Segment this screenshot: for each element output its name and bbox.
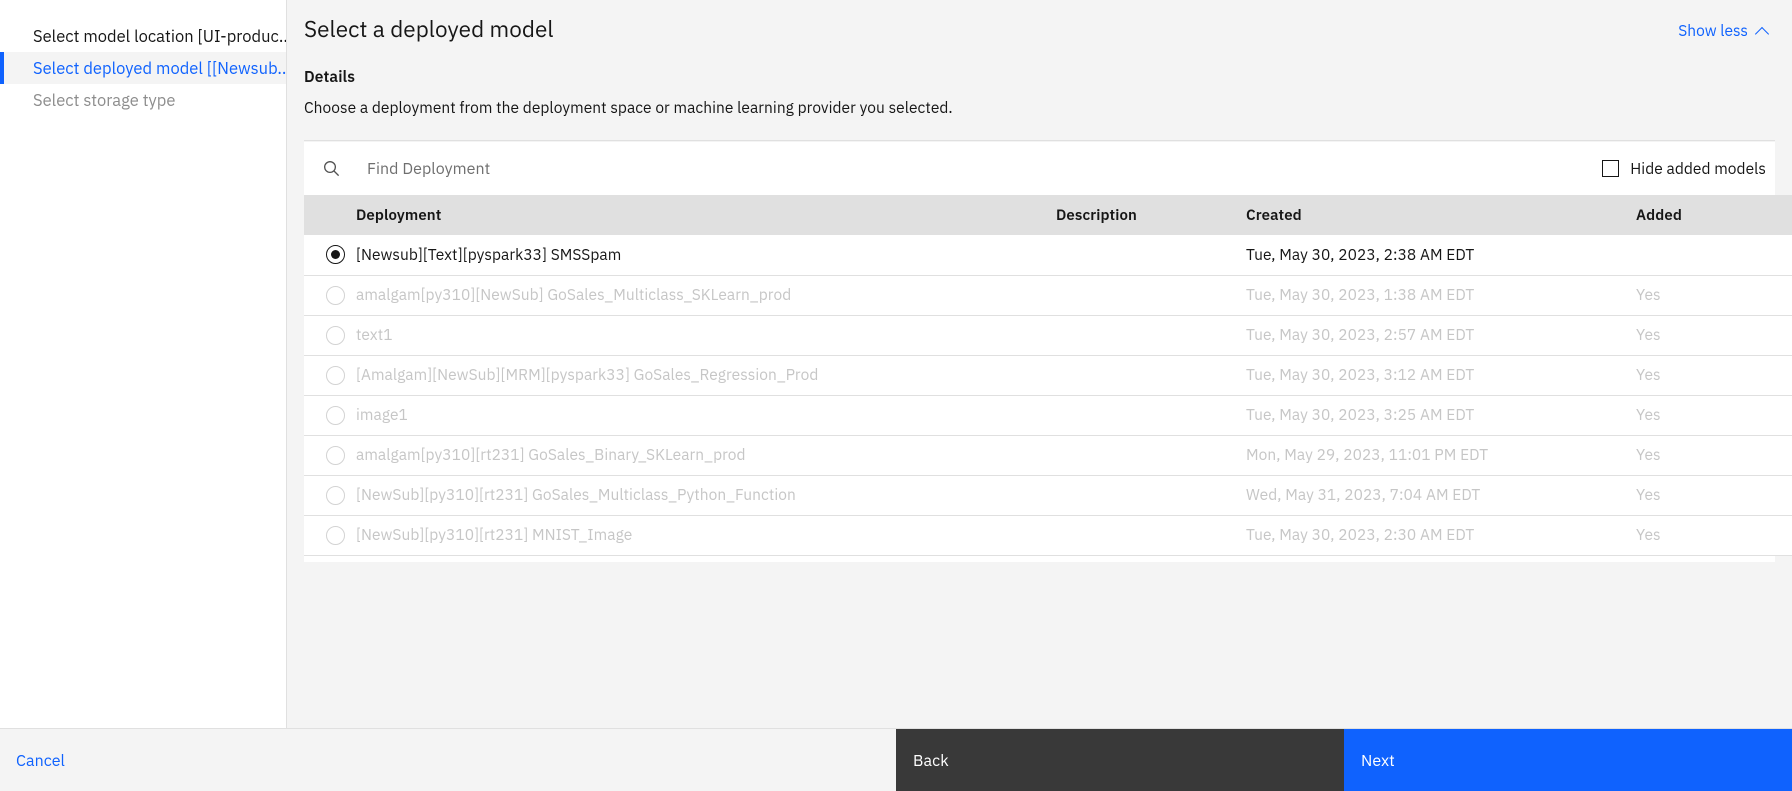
cell-description xyxy=(1056,275,1246,316)
table-row: [NewSub][py310][rt231] MNIST_Image Tue, M… xyxy=(304,515,1792,556)
wizard-footer: Cancel Back Next xyxy=(0,728,1792,791)
column-header-added[interactable]: Added xyxy=(1636,195,1792,235)
cell-deployment-name: amalgam[py310][rt231] GoSales_Binary_SKL… xyxy=(356,435,1056,476)
cell-added: Yes xyxy=(1636,395,1792,436)
show-less-toggle[interactable]: Show less xyxy=(1678,21,1770,41)
details-heading: Details xyxy=(304,67,356,87)
row-select-cell xyxy=(304,315,356,356)
cell-description xyxy=(1056,315,1246,356)
cell-description xyxy=(1056,435,1246,476)
row-select-cell xyxy=(304,475,356,516)
cell-description xyxy=(1056,355,1246,396)
table-body: [Newsub][Text][pyspark33] SMSSpam Tue, Ma… xyxy=(304,235,1792,556)
cell-description xyxy=(1056,395,1246,436)
table-header: Deployment Description Created Added xyxy=(304,195,1792,235)
cell-deployment-name: [NewSub][py310][rt231] MNIST_Image xyxy=(356,515,1056,556)
cell-added: Yes xyxy=(1636,355,1792,396)
checkbox-box-icon xyxy=(1602,160,1620,177)
row-select-cell xyxy=(304,355,356,396)
column-header-select xyxy=(304,195,356,235)
table-row: amalgam[py310][rt231] GoSales_Binary_SKL… xyxy=(304,435,1792,476)
deployment-radio-button[interactable] xyxy=(326,245,345,265)
deployment-radio-button xyxy=(326,445,345,465)
cell-deployment-name: text1 xyxy=(356,315,1056,356)
search-container xyxy=(304,142,1602,195)
main-panel: Select a deployed model Show less Detail… xyxy=(287,0,1792,728)
table-row[interactable]: [Newsub][Text][pyspark33] SMSSpam Tue, Ma… xyxy=(304,235,1792,276)
cell-added: Yes xyxy=(1636,315,1792,356)
cell-created: Wed, May 31, 2023, 7:04 AM EDT xyxy=(1246,475,1636,516)
sidebar-item-select-storage-type[interactable]: Select storage type xyxy=(0,84,286,116)
deployments-table: Deployment Description Created Added [Ne… xyxy=(304,195,1792,556)
next-button[interactable]: Next xyxy=(1344,729,1792,791)
cell-description xyxy=(1056,235,1246,276)
cell-description xyxy=(1056,515,1246,556)
deployment-radio-button xyxy=(326,525,345,545)
row-select-cell xyxy=(304,515,356,556)
cell-deployment-name: image1 xyxy=(356,395,1056,436)
page-title: Select a deployed model xyxy=(304,15,554,44)
row-select-cell xyxy=(304,275,356,316)
section-divider xyxy=(304,140,1775,141)
cell-description xyxy=(1056,475,1246,516)
page-header: Select a deployed model Show less xyxy=(304,0,1775,56)
table-toolbar: Hide added models xyxy=(304,142,1775,195)
cell-created: Tue, May 30, 2023, 3:12 AM EDT xyxy=(1246,355,1636,396)
hide-added-models-checkbox[interactable]: Hide added models xyxy=(1602,159,1775,179)
deployment-radio-button xyxy=(326,285,345,305)
details-description: Choose a deployment from the deployment … xyxy=(304,98,953,118)
table-bottom-filler xyxy=(304,555,1775,562)
cell-created: Tue, May 30, 2023, 2:30 AM EDT xyxy=(1246,515,1636,556)
sidebar-item-label: Select storage type xyxy=(33,89,176,111)
table-row: [NewSub][py310][rt231] GoSales_Multiclas… xyxy=(304,475,1792,516)
cell-created: Mon, May 29, 2023, 11:01 PM EDT xyxy=(1246,435,1636,476)
deployment-radio-button xyxy=(326,325,345,345)
column-header-created[interactable]: Created xyxy=(1246,195,1636,235)
deployment-radio-button xyxy=(326,365,345,385)
deployment-radio-button xyxy=(326,405,345,425)
hide-added-models-label: Hide added models xyxy=(1630,158,1766,179)
table-row: image1 Tue, May 30, 2023, 3:25 AM EDT Yes xyxy=(304,395,1792,436)
row-select-cell xyxy=(304,395,356,436)
table-header-row: Deployment Description Created Added xyxy=(304,195,1792,235)
wizard-step-sidebar: Select model location [UI-produc... Sele… xyxy=(0,0,287,728)
back-button[interactable]: Back xyxy=(896,729,1344,791)
row-select-cell xyxy=(304,235,356,276)
cell-added: Yes xyxy=(1636,275,1792,316)
search-icon xyxy=(324,161,340,177)
cell-created: Tue, May 30, 2023, 1:38 AM EDT xyxy=(1246,275,1636,316)
cell-created: Tue, May 30, 2023, 2:38 AM EDT xyxy=(1246,235,1636,276)
cell-deployment-name: [Amalgam][NewSub][MRM][pyspark33] GoSale… xyxy=(356,355,1056,396)
cancel-button[interactable]: Cancel xyxy=(16,729,65,791)
cell-added: Yes xyxy=(1636,475,1792,516)
chevron-up-icon xyxy=(1756,24,1770,38)
cell-added xyxy=(1636,235,1792,276)
table-row: [Amalgam][NewSub][MRM][pyspark33] GoSale… xyxy=(304,355,1792,396)
table-row: amalgam[py310][NewSub] GoSales_Multiclas… xyxy=(304,275,1792,316)
cell-created: Tue, May 30, 2023, 3:25 AM EDT xyxy=(1246,395,1636,436)
column-header-description[interactable]: Description xyxy=(1056,195,1246,235)
cell-deployment-name: amalgam[py310][NewSub] GoSales_Multiclas… xyxy=(356,275,1056,316)
cell-added: Yes xyxy=(1636,435,1792,476)
deployed-model-wizard: Select model location [UI-produc... Sele… xyxy=(0,0,1792,791)
deployment-radio-button xyxy=(326,485,345,505)
sidebar-item-label: Select deployed model [[Newsub... xyxy=(33,57,286,79)
show-less-label: Show less xyxy=(1678,21,1748,41)
row-select-cell xyxy=(304,435,356,476)
search-input[interactable] xyxy=(367,158,867,179)
table-row: text1 Tue, May 30, 2023, 2:57 AM EDT Yes xyxy=(304,315,1792,356)
cell-deployment-name: [Newsub][Text][pyspark33] SMSSpam xyxy=(356,235,1056,276)
sidebar-item-label: Select model location [UI-produc... xyxy=(33,25,286,47)
cell-created: Tue, May 30, 2023, 2:57 AM EDT xyxy=(1246,315,1636,356)
sidebar-item-select-model-location[interactable]: Select model location [UI-produc... xyxy=(0,20,286,52)
cell-deployment-name: [NewSub][py310][rt231] GoSales_Multiclas… xyxy=(356,475,1056,516)
sidebar-item-select-deployed-model[interactable]: Select deployed model [[Newsub... xyxy=(0,52,286,84)
cell-added: Yes xyxy=(1636,515,1792,556)
column-header-deployment[interactable]: Deployment xyxy=(356,195,1056,235)
